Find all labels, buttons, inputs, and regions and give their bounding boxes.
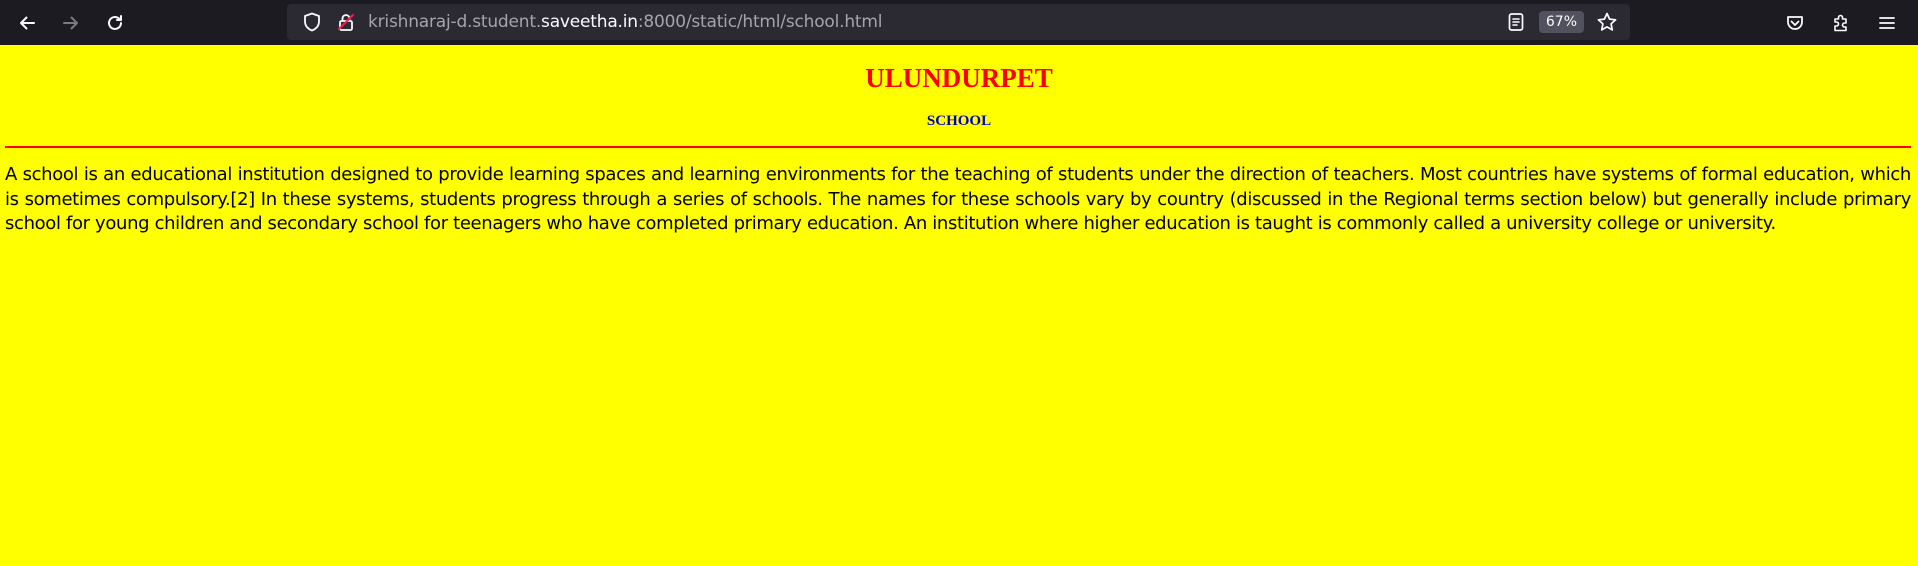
back-arrow-icon[interactable]: [5, 1, 49, 45]
page-content: ULUNDURPET SCHOOL A school is an educati…: [0, 45, 1918, 566]
star-icon[interactable]: [1590, 4, 1624, 40]
forward-arrow-icon[interactable]: [49, 1, 93, 45]
reload-icon[interactable]: [93, 1, 137, 45]
school-description-paragraph: A school is an educational institution d…: [5, 164, 1911, 234]
zoom-level-button[interactable]: 67%: [1538, 11, 1584, 33]
hamburger-menu-icon[interactable]: [1864, 1, 1910, 45]
address-bar[interactable]: krishnaraj-d.student.saveetha.in:8000/st…: [287, 4, 1630, 40]
insecure-lock-icon[interactable]: [329, 4, 363, 40]
page-title: ULUNDURPET: [865, 63, 1053, 93]
url-prefix: krishnaraj-d.student.: [368, 12, 542, 32]
url-host: saveetha.in: [541, 12, 638, 32]
toolbar-right-icons: [1772, 0, 1910, 45]
reader-view-icon[interactable]: [1499, 4, 1533, 40]
address-bar-actions: 67%: [1499, 4, 1630, 40]
url-suffix: :8000/static/html/school.html: [637, 12, 883, 32]
pocket-icon[interactable]: [1772, 1, 1818, 45]
puzzle-icon[interactable]: [1818, 1, 1864, 45]
url-text[interactable]: krishnaraj-d.student.saveetha.in:8000/st…: [368, 12, 882, 32]
page-subtitle: SCHOOL: [926, 113, 992, 129]
browser-toolbar: krishnaraj-d.student.saveetha.in:8000/st…: [0, 0, 1918, 45]
divider: [5, 146, 1911, 148]
shield-icon[interactable]: [295, 4, 329, 40]
